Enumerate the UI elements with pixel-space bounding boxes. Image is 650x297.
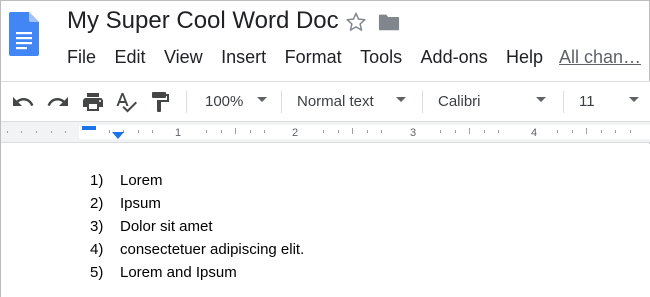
menu-bar: File Edit View Insert Format Tools Add-o… [67,45,557,69]
list-item[interactable]: 2) Ipsum [90,192,304,215]
menu-tools[interactable]: Tools [360,45,402,69]
list-item[interactable]: 4) consectetuer adipiscing elit. [90,238,304,261]
list-item[interactable]: 3) Dolor sit amet [90,215,304,238]
list-number: 5) [90,264,104,281]
list-item[interactable]: 5) Lorem and Ipsum [90,261,304,284]
paragraph-style-value: Normal text [297,93,374,110]
font-select[interactable]: Calibri [429,90,557,114]
list-text: Dolor sit amet [120,218,213,235]
toolbar-divider [422,91,423,113]
menu-insert[interactable]: Insert [221,45,266,69]
list-item[interactable]: 1) Lorem [90,169,304,192]
star-icon[interactable] [345,11,367,33]
ruler-page-ticks [109,128,631,134]
paragraph-style-select[interactable]: Normal text [288,90,416,114]
font-size-select[interactable]: 11 [570,90,646,114]
toolbar-divider [186,91,187,113]
list-number: 1) [90,172,104,189]
ruler-mark-3: 3 [410,127,417,139]
list-text: consectetuer adipiscing elit. [120,241,305,258]
chevron-down-icon [536,97,546,102]
list-number: 4) [90,241,104,258]
toolbar-divider [563,91,564,113]
ruler-page-area: 1 2 3 4 [79,125,650,139]
zoom-value: 100% [205,93,244,110]
document-page[interactable]: 1) Lorem 2) Ipsum 3) Dolor sit amet 4) conse… [1,144,650,297]
all-changes-saved-link[interactable]: All chan… [559,45,641,69]
toolbar: 100% Normal text Calibri 11 [1,81,650,121]
chevron-down-icon [257,97,267,102]
redo-icon[interactable] [46,90,70,114]
spellcheck-icon[interactable] [114,90,138,114]
numbered-list: 1) Lorem 2) Ipsum 3) Dolor sit amet 4) conse… [90,169,304,284]
title-bar: My Super Cool Word Doc File Edit View In… [1,1,650,79]
font-value: Calibri [438,93,481,110]
undo-icon[interactable] [11,90,35,114]
list-number: 2) [90,195,104,212]
folder-icon[interactable] [378,12,400,32]
toolbar-divider [281,91,282,113]
list-text: Lorem and Ipsum [120,264,237,281]
menu-file[interactable]: File [67,45,96,69]
document-title[interactable]: My Super Cool Word Doc [67,7,339,35]
menu-edit[interactable]: Edit [114,45,145,69]
chevron-down-icon [396,97,406,102]
font-size-value: 11 [579,93,595,110]
first-line-indent-handle[interactable] [82,126,96,130]
print-icon[interactable] [81,90,105,114]
paint-format-icon[interactable] [148,90,172,114]
menu-help[interactable]: Help [506,45,543,69]
zoom-select[interactable]: 100% [195,90,275,114]
list-text: Lorem [120,172,163,189]
menu-view[interactable]: View [164,45,203,69]
ruler-mark-4: 4 [531,127,538,139]
menu-add-ons[interactable]: Add-ons [421,45,488,69]
list-text: Ipsum [120,195,161,212]
list-number: 3) [90,218,104,235]
ruler-mark-1: 1 [175,127,182,139]
menu-format[interactable]: Format [285,45,342,69]
ruler[interactable]: 1 2 3 4 [1,121,650,143]
chevron-down-icon [629,97,639,102]
ruler-mark-2: 2 [292,127,299,139]
google-docs-logo-icon[interactable] [9,12,39,56]
left-indent-handle[interactable] [112,132,124,139]
